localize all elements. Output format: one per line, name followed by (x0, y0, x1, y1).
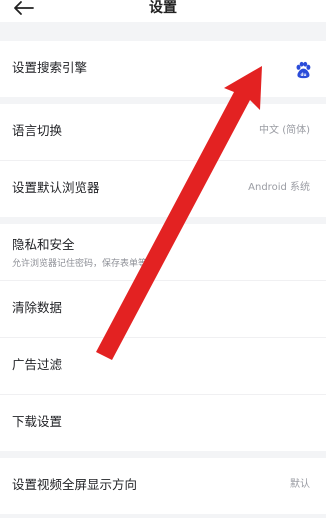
search-engine-label: 设置搜索引擎 (12, 60, 88, 75)
video-orientation-label: 设置视频全屏显示方向 (12, 477, 138, 492)
default-browser-label: 设置默认浏览器 (12, 180, 100, 195)
top-bar: 设置 (0, 0, 326, 22)
ad-filter-row[interactable]: 广告过滤 (0, 337, 326, 394)
general-section: 语言切换 中文 (简体) 设置默认浏览器 Android 系统 (0, 104, 326, 217)
video-section: 设置视频全屏显示方向 默认 (0, 458, 326, 514)
language-row[interactable]: 语言切换 中文 (简体) (0, 104, 326, 160)
clear-data-row[interactable]: 清除数据 (0, 280, 326, 337)
page-title: 设置 (149, 0, 177, 16)
clear-data-label: 清除数据 (12, 300, 63, 315)
default-browser-row[interactable]: 设置默认浏览器 Android 系统 (0, 160, 326, 217)
default-browser-value: Android 系统 (248, 182, 310, 193)
search-engine-section: 设置搜索引擎 du (0, 41, 326, 97)
language-value: 中文 (简体) (259, 125, 310, 136)
download-settings-row[interactable]: 下载设置 (0, 394, 326, 451)
privacy-section: 隐私和安全 允许浏览器记住密码，保存表单等 清除数据 广告过滤 下载设置 (0, 224, 326, 451)
video-orientation-row[interactable]: 设置视频全屏显示方向 默认 (0, 458, 326, 514)
video-orientation-value: 默认 (290, 479, 310, 490)
baidu-paw-icon: du (296, 61, 311, 79)
language-label: 语言切换 (12, 123, 63, 138)
search-engine-row[interactable]: 设置搜索引擎 du (0, 41, 326, 97)
svg-text:du: du (301, 72, 307, 77)
privacy-security-label: 隐私和安全 (12, 237, 75, 252)
download-settings-label: 下载设置 (12, 414, 63, 429)
privacy-security-subtitle: 允许浏览器记住密码，保存表单等 (12, 259, 148, 269)
privacy-security-row[interactable]: 隐私和安全 允许浏览器记住密码，保存表单等 (0, 224, 326, 280)
ad-filter-label: 广告过滤 (12, 357, 63, 372)
